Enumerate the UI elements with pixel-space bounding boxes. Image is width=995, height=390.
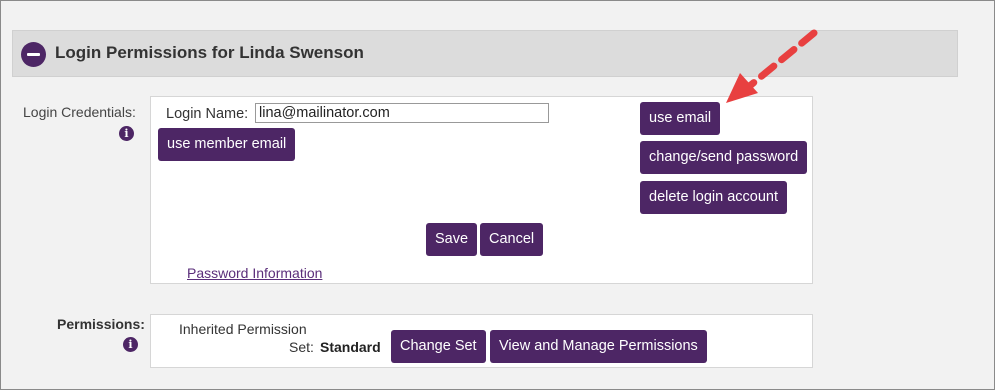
inherited-permission-label: Inherited Permission [179, 321, 307, 337]
save-button[interactable]: Save [426, 223, 478, 256]
section-title: Login Permissions for Linda Swenson [55, 43, 364, 62]
credentials-panel: Login Name: use member email use email c… [150, 96, 813, 284]
password-information-link[interactable]: Password Information [187, 265, 322, 281]
login-credentials-label: Login Credentials: [23, 104, 136, 120]
info-icon[interactable]: i [123, 337, 138, 352]
set-label: Set: [289, 339, 314, 355]
annotation-arrow-icon [726, 29, 818, 103]
info-icon[interactable]: i [119, 126, 134, 141]
login-name-input[interactable] [255, 103, 549, 123]
permissions-panel: Inherited Permission Set: Standard Chang… [150, 314, 813, 368]
permissions-label: Permissions: [57, 316, 145, 332]
delete-login-account-button[interactable]: delete login account [640, 181, 787, 214]
collapse-icon[interactable] [21, 42, 46, 67]
change-send-password-button[interactable]: change/send password [640, 141, 808, 174]
view-manage-permissions-button[interactable]: View and Manage Permissions [490, 330, 707, 363]
use-member-email-button[interactable]: use member email [158, 128, 296, 161]
page-frame: Login Permissions for Linda Swenson Logi… [0, 0, 995, 390]
cancel-button[interactable]: Cancel [480, 223, 544, 256]
change-set-button[interactable]: Change Set [391, 330, 486, 363]
permission-set-value: Standard [320, 339, 381, 355]
login-name-label: Login Name: [166, 106, 249, 122]
use-email-button[interactable]: use email [640, 102, 721, 135]
